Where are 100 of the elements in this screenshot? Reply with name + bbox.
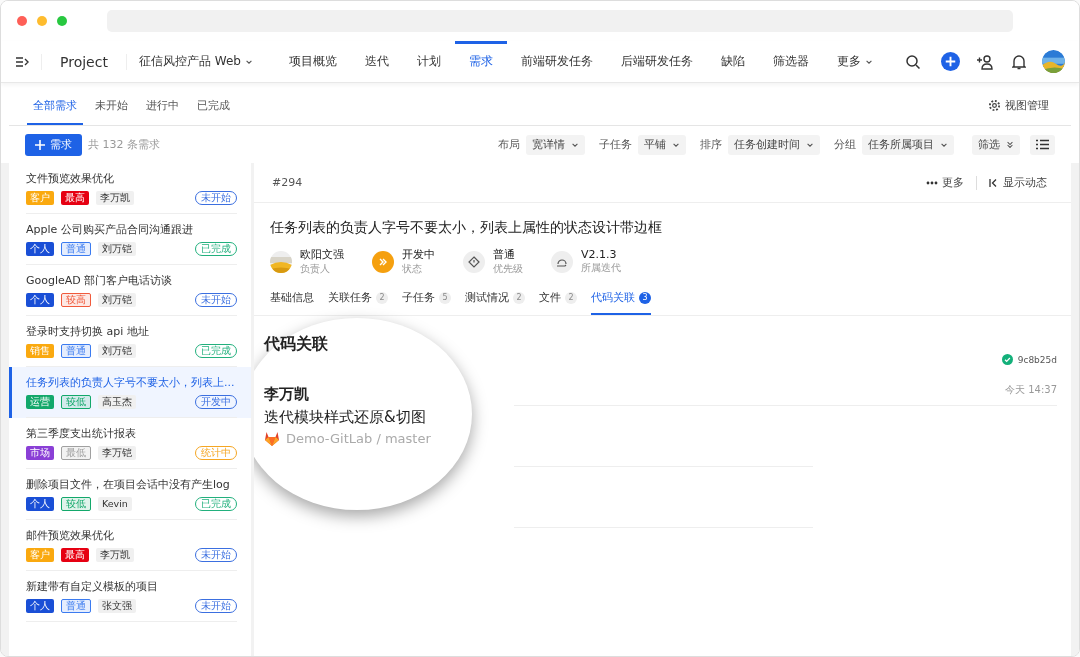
meta-value: 开发中 (402, 247, 435, 262)
owner-tag: 刘万铠 (98, 293, 136, 307)
owner-tag: 李万铠 (98, 446, 136, 460)
collapse-icon (989, 177, 999, 188)
type-tag: 个人 (26, 242, 54, 256)
detail-tab[interactable]: 子任务 5 (402, 286, 451, 315)
commit-time: 今天 14:37 (1005, 383, 1057, 397)
priority-tag: 最高 (61, 191, 89, 205)
menu-icon[interactable] (15, 55, 29, 68)
issue-title: 任务列表的负责人字号不要太小，列表上属性的状态设计带边框 (269, 218, 663, 237)
type-tag: 市场 (26, 446, 54, 460)
item-title: GoogleAD 部门客户电话访谈 (26, 273, 174, 288)
project-label: Project (41, 53, 127, 70)
repository-branch: Demo-GitLab / master (286, 431, 431, 446)
avatar[interactable] (1042, 50, 1065, 73)
item-title: 文件预览效果优化 (26, 171, 115, 186)
owner-tag: 张文强 (98, 599, 136, 613)
commit-hash: 9c8b25d (1017, 354, 1057, 365)
option-label: 布局 (498, 137, 520, 152)
project-dropdown[interactable]: 征信风控产品 Web (138, 53, 253, 70)
owner-tag: 刘万铠 (98, 242, 136, 256)
option-select[interactable]: 任务所属项目 (862, 134, 954, 155)
nav-tab[interactable]: 前端研发任务 (506, 40, 607, 83)
item-title: 删除项目文件，在项目会话中没有产生log (26, 477, 231, 492)
search-icon[interactable] (905, 53, 921, 70)
meta-value: V2.1.3 (581, 248, 618, 261)
detail-tab[interactable]: 测试情况 2 (465, 286, 525, 315)
meta-label: 状态 (402, 262, 423, 276)
nav-tab[interactable]: 计划 (402, 40, 455, 83)
commit-message: 迭代模块样式还原&切图 (264, 408, 427, 427)
type-tag: 销售 (26, 344, 54, 358)
new-requirement-button[interactable]: 需求 (25, 133, 82, 156)
nav-tab[interactable]: 缺陷 (706, 40, 759, 83)
section-heading: 代码关联 (264, 334, 329, 355)
priority-icon (463, 250, 485, 273)
meta-value: 欧阳文强 (300, 247, 344, 262)
check-icon (1001, 354, 1013, 365)
filter-tab[interactable]: 未开始 (89, 98, 134, 125)
item-title: 邮件预览效果优化 (26, 528, 115, 543)
priority-tag: 普通 (61, 242, 91, 256)
option-select[interactable]: 平铺 (638, 134, 686, 155)
owner-tag: 刘万铠 (98, 344, 136, 358)
option-label: 排序 (700, 137, 722, 152)
nav-tab[interactable]: 项目概览 (274, 40, 351, 83)
add-icon[interactable] (941, 52, 960, 71)
meta-label: 优先级 (493, 262, 523, 276)
detail-tab[interactable]: 代码关联 3 (591, 286, 651, 315)
more-dropdown[interactable]: 更多 (822, 40, 887, 83)
show-activity-button[interactable]: 显示动态 (983, 175, 1053, 190)
type-tag: 个人 (26, 293, 54, 307)
detail-tab[interactable]: 关联任务 2 (328, 286, 388, 315)
type-tag: 个人 (26, 497, 54, 511)
gear-icon (988, 99, 1001, 112)
priority-tag: 较低 (61, 497, 91, 511)
priority-tag: 较高 (61, 293, 91, 307)
option-label: 分组 (834, 137, 856, 152)
issue-number: #294 (272, 176, 303, 189)
status-icon (372, 250, 394, 273)
plus-icon (35, 139, 45, 150)
owner-tag: 李万凯 (96, 191, 134, 205)
requirement-count: 共 132 条需求 (88, 137, 160, 152)
priority-tag: 最高 (61, 548, 89, 562)
type-tag: 运营 (26, 395, 54, 409)
filter-tab[interactable]: 进行中 (140, 98, 185, 125)
more-button[interactable]: 更多 (920, 175, 970, 190)
add-user-icon[interactable] (976, 53, 994, 70)
nav-tab[interactable]: 筛选器 (758, 40, 823, 83)
filter-tab[interactable]: 已完成 (191, 98, 236, 125)
list-view-icon[interactable] (1030, 134, 1055, 155)
item-title: Apple 公司购买产品合同沟通跟进 (26, 222, 194, 237)
nav-tab[interactable]: 迭代 (350, 40, 403, 83)
owner-tag: Kevin (98, 497, 132, 511)
more-icon (926, 180, 938, 185)
iteration-icon (551, 250, 573, 273)
priority-tag: 普通 (61, 599, 91, 613)
type-tag: 客户 (26, 191, 54, 205)
priority-tag: 最低 (61, 446, 91, 460)
item-title: 任务列表的负责人字号不要太小，列表上... (26, 375, 236, 390)
filter-button[interactable]: 筛选 (972, 134, 1020, 155)
type-tag: 客户 (26, 548, 54, 562)
window-controls[interactable] (17, 16, 67, 26)
bell-icon[interactable] (1012, 53, 1026, 70)
owner-tag: 高玉杰 (98, 395, 136, 409)
detail-tab[interactable]: 基础信息 (270, 286, 314, 315)
requirement-item[interactable]: 任务列表的负责人字号不要太小，列表上... 运营 较低 高玉杰 开发中 (9, 367, 251, 418)
priority-tag: 普通 (61, 344, 91, 358)
meta-value: 普通 (493, 247, 516, 262)
meta-label: 负责人 (300, 262, 331, 276)
option-select[interactable]: 宽详情 (526, 134, 585, 155)
view-manage-button[interactable]: 视图管理 (982, 97, 1055, 114)
nav-tab[interactable]: 需求 (454, 40, 507, 83)
detail-tab[interactable]: 文件 2 (539, 286, 577, 315)
double-chevron-icon (1006, 140, 1014, 149)
fox-icon (264, 431, 280, 446)
nav-tab[interactable]: 后端研发任务 (606, 40, 707, 83)
item-title: 新建带有自定义模板的项目 (26, 579, 159, 594)
option-select[interactable]: 任务创建时间 (728, 134, 820, 155)
owner-tag: 李万凯 (96, 548, 134, 562)
filter-tab[interactable]: 全部需求 (27, 98, 83, 125)
type-tag: 个人 (26, 599, 54, 613)
